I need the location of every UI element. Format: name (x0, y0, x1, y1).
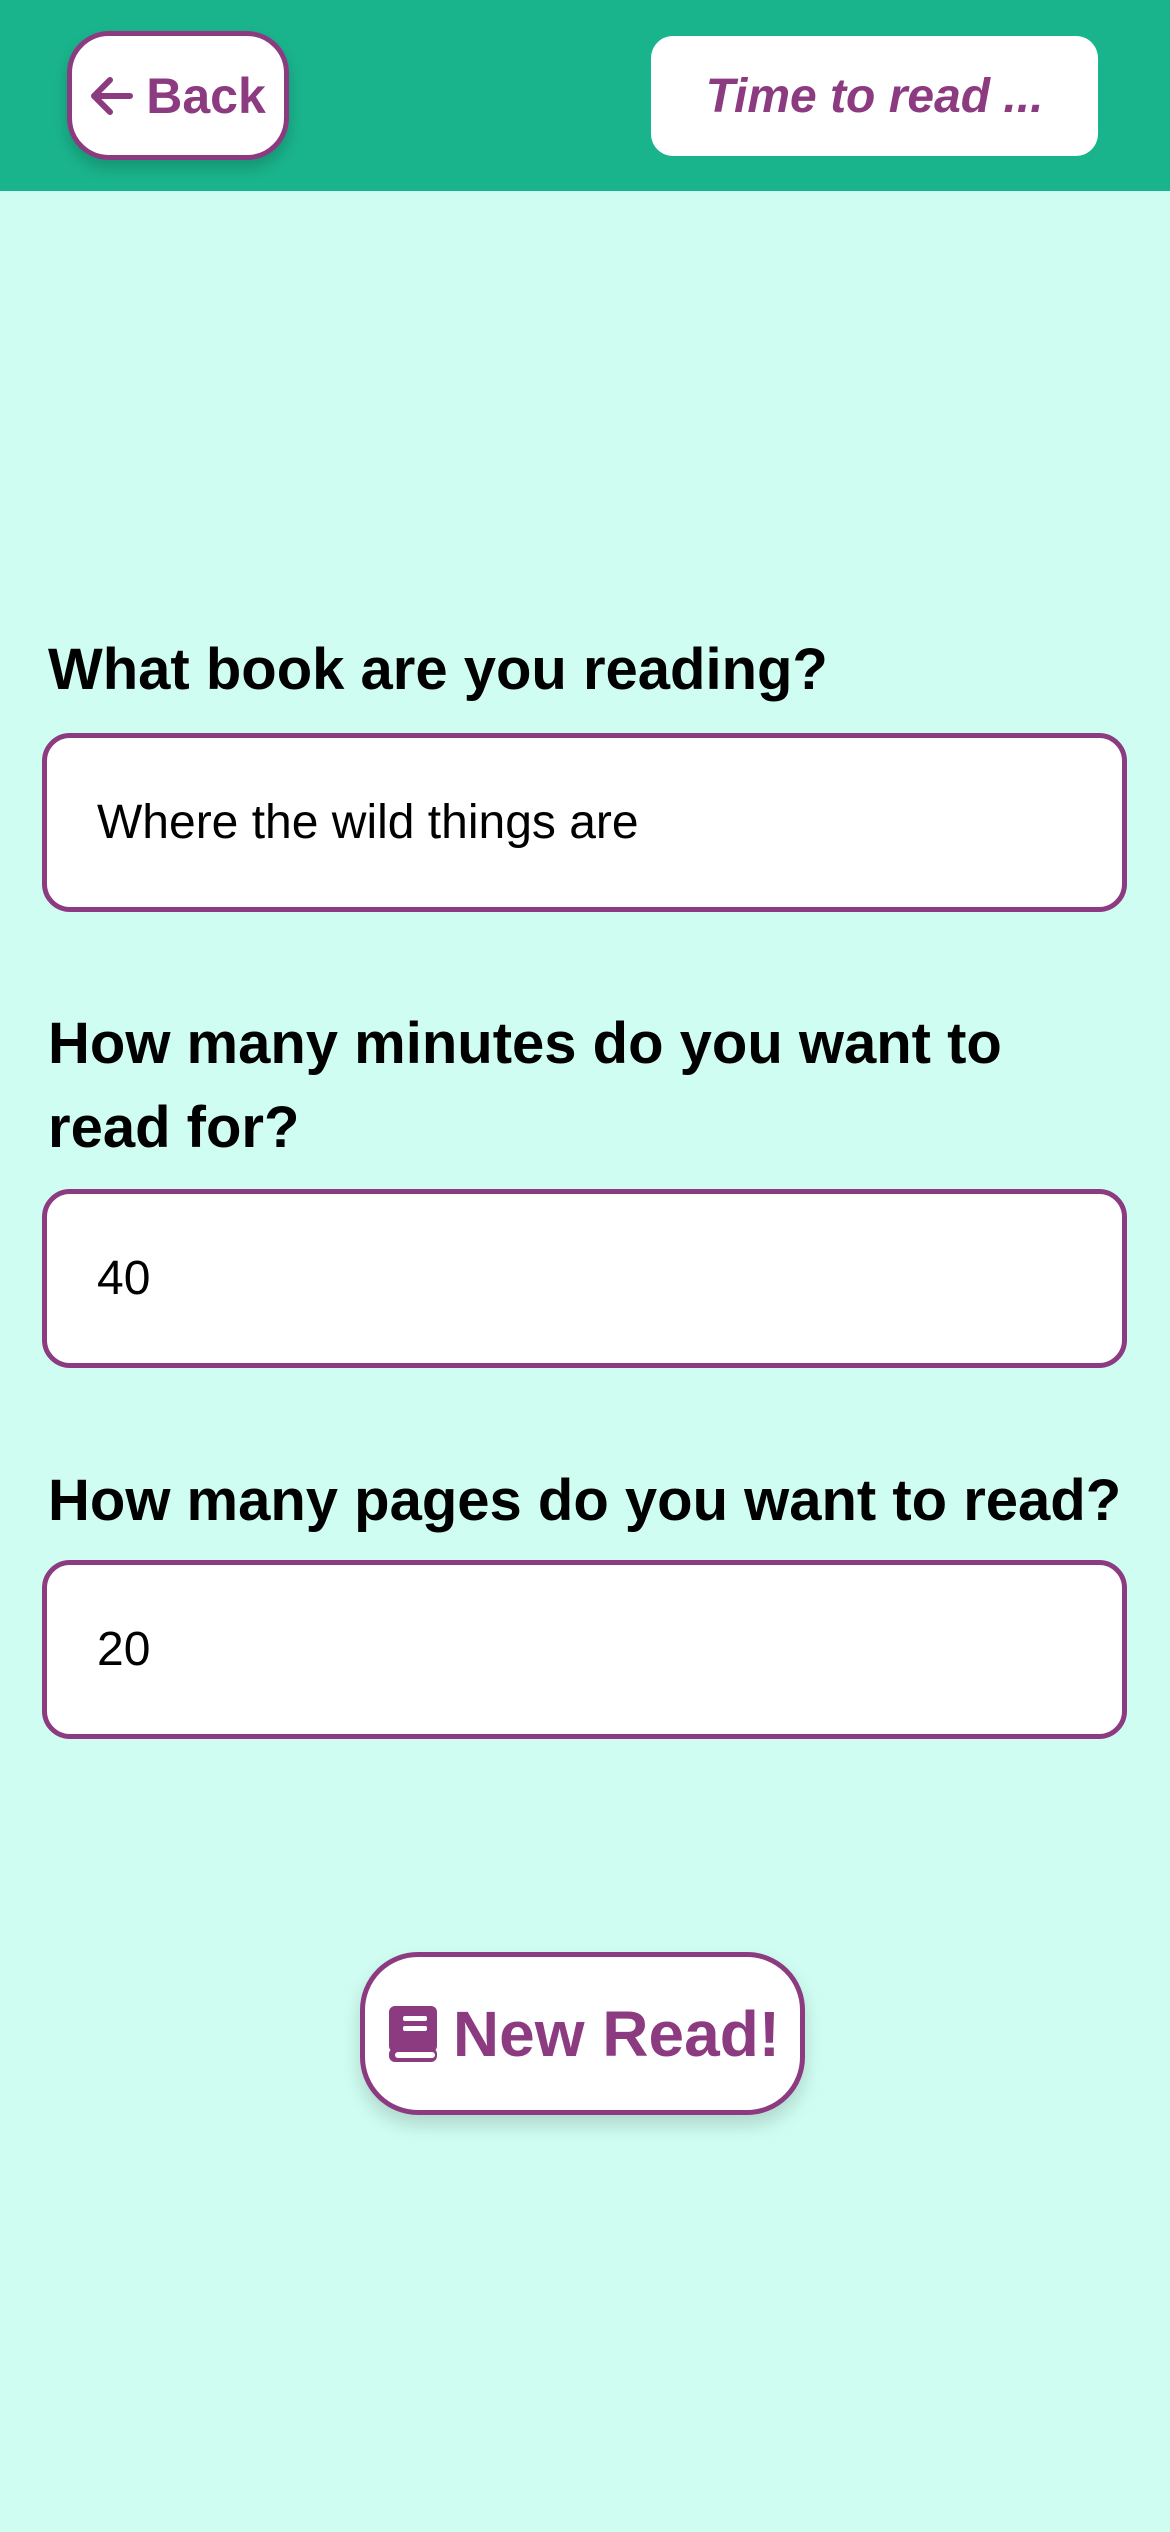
minutes-question-label: How many minutes do you want to read for… (48, 1011, 1002, 1160)
book-question-label: What book are you reading? (48, 637, 828, 702)
book-title-input[interactable] (42, 733, 1127, 912)
pages-input[interactable] (42, 1560, 1127, 1739)
new-read-button[interactable]: New Read! (360, 1952, 805, 2115)
page-title: Time to read ... (651, 36, 1098, 156)
back-button[interactable]: Back (67, 31, 289, 160)
arrow-left-icon (90, 76, 134, 116)
pages-question-label: How many pages do you want to read? (48, 1468, 1122, 1533)
minutes-input[interactable] (42, 1189, 1127, 1368)
new-read-button-label: New Read! (452, 1997, 781, 2070)
back-button-label: Back (146, 67, 266, 124)
app-header: Back Time to read ... (0, 0, 1170, 191)
book-icon (385, 2004, 439, 2064)
